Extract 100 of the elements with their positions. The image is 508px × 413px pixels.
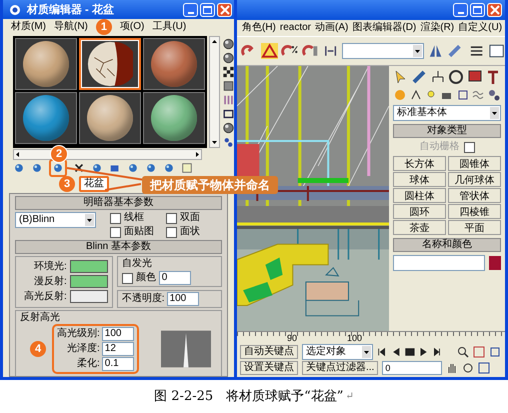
hierarchy-icon[interactable] (430, 69, 446, 85)
menu-item[interactable]: 图表编辑器(D) (352, 22, 416, 34)
object-button[interactable]: 四棱锥 (448, 204, 501, 219)
object-button[interactable]: 管状体 (448, 188, 501, 203)
brush-icon[interactable] (411, 69, 428, 85)
menu-item[interactable]: 渲染(R) (420, 22, 454, 34)
minimize-button[interactable] (453, 3, 468, 17)
close-button[interactable] (487, 3, 502, 17)
motion-icon[interactable] (448, 69, 464, 85)
object-button[interactable]: 圆环 (393, 204, 446, 219)
callout-label: 把材质赋予物体并命名 (142, 176, 278, 194)
color-swatch[interactable] (70, 275, 108, 288)
object-button[interactable]: 茶壶 (393, 220, 446, 235)
sphere-icon[interactable] (222, 122, 235, 134)
object-button[interactable]: 圆锥体 (448, 156, 501, 171)
hand-icon[interactable] (446, 362, 458, 374)
close-button[interactable] (217, 2, 232, 16)
orbit-icon[interactable] (462, 362, 474, 374)
sample-slot[interactable] (79, 38, 141, 90)
object-button[interactable]: 球体 (393, 172, 446, 187)
option-label: 双面 (180, 212, 200, 224)
node-icon[interactable] (127, 162, 139, 174)
cube-icon[interactable] (222, 80, 235, 92)
sample-slot[interactable] (143, 38, 205, 90)
option-checkbox[interactable] (110, 226, 121, 238)
sphere-icon[interactable] (222, 38, 235, 50)
backlight-icon[interactable] (222, 52, 235, 64)
object-name-field[interactable] (393, 255, 485, 271)
spinner-snap-icon[interactable] (302, 43, 319, 59)
sample-slot[interactable] (143, 92, 205, 144)
scroll-left-icon[interactable] (14, 151, 22, 158)
sample-slot[interactable] (15, 92, 77, 144)
scrollbar[interactable] (13, 149, 202, 160)
object-color-swatch[interactable] (489, 256, 501, 270)
rectangle-icon[interactable] (222, 108, 235, 120)
helper-icon[interactable] (456, 88, 470, 102)
grid-icon[interactable] (181, 162, 193, 174)
checkbox-label: 颜色 (136, 272, 156, 284)
object-button[interactable]: 几何球体 (448, 172, 501, 187)
bars-icon[interactable] (222, 94, 235, 106)
rollout-header[interactable]: 明暗器基本参数 (15, 196, 222, 210)
auto-key-button[interactable]: 自动关键点 (240, 344, 298, 358)
value-spinner[interactable]: 100 (102, 327, 134, 341)
menu-item[interactable]: 自定义(U) (458, 22, 502, 34)
maximize-viewport-icon[interactable] (478, 362, 490, 374)
scrollbar[interactable] (209, 36, 220, 148)
rollout-header[interactable]: 名称和颜色 (393, 238, 501, 252)
opacity-spinner[interactable]: 100 (166, 292, 199, 306)
value-spinner[interactable]: 0.1 (102, 357, 134, 371)
sample-slot[interactable] (15, 38, 77, 90)
sample-slot[interactable] (79, 92, 141, 144)
maximize-button[interactable] (200, 2, 215, 16)
menu-item[interactable]: 导航(N) (54, 21, 88, 33)
material-name-field[interactable]: 花盆 (79, 176, 109, 192)
rollout-header[interactable]: Blinn 基本参数 (15, 240, 222, 254)
self-illumination-spinner[interactable]: 0 (158, 271, 191, 285)
color-swatch[interactable] (70, 290, 108, 303)
selection-dropdown[interactable]: 选定对象 (302, 344, 373, 360)
object-button[interactable]: 平面 (448, 220, 501, 235)
object-button[interactable]: 长方体 (393, 156, 446, 171)
option-checkbox[interactable] (166, 212, 177, 224)
color-checkbox[interactable] (122, 272, 133, 284)
menu-item[interactable]: 材质(M) (11, 21, 46, 33)
menu-item[interactable]: 工具(U) (152, 21, 186, 33)
cross-icon[interactable] (73, 162, 85, 174)
frame-label: 90 (287, 332, 298, 344)
category-dropdown[interactable]: 标准基本体 (393, 105, 501, 121)
assign-icon[interactable] (52, 162, 64, 174)
key-filters-button[interactable]: 关键点过滤器... (302, 360, 378, 374)
color-label: 漫反射: (34, 276, 67, 288)
option-checkbox[interactable] (110, 212, 121, 224)
sofa-scene-viewport[interactable] (237, 229, 389, 331)
frame-field[interactable]: 0 (382, 360, 442, 374)
option-checkbox[interactable] (166, 226, 177, 238)
zoom-all-icon[interactable] (473, 346, 485, 358)
maximize-button[interactable] (470, 3, 485, 17)
menu-item[interactable]: 角色(H) (242, 22, 276, 34)
rollout-header[interactable]: 对象类型 (393, 124, 501, 138)
step-badge: 1 (96, 19, 112, 35)
set-key-button[interactable]: 设置关键点 (240, 360, 298, 374)
menu-item[interactable]: reactor (280, 22, 312, 34)
color-swatch[interactable] (70, 260, 108, 273)
value-spinner[interactable]: 12 (102, 342, 134, 356)
wave-icon[interactable] (471, 88, 486, 102)
dots-icon[interactable] (222, 136, 235, 148)
checker-icon[interactable] (222, 66, 235, 78)
shapes-icon[interactable] (408, 88, 423, 102)
scroll-right-icon[interactable] (193, 151, 201, 158)
timeline-ruler[interactable]: 90 100 (237, 331, 505, 344)
shader-dropdown[interactable]: (B)Blinn (15, 212, 96, 228)
curve-editor-icon[interactable] (488, 43, 505, 59)
gears-icon[interactable] (486, 88, 501, 102)
angle-snap-icon[interactable] (261, 43, 278, 59)
object-button[interactable]: 圆柱体 (393, 188, 446, 203)
zoom-icon[interactable] (457, 346, 469, 358)
minimize-button[interactable] (183, 2, 198, 16)
opacity-label: 不透明度: (122, 293, 165, 305)
menu-item[interactable]: 项(O) (120, 21, 144, 33)
zoom-extents-icon[interactable] (489, 346, 501, 358)
menu-item[interactable]: 动画(A) (315, 22, 348, 34)
